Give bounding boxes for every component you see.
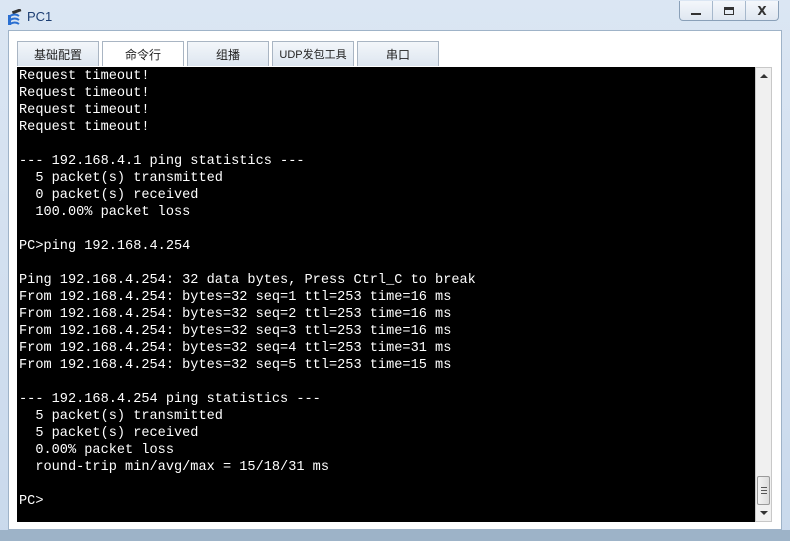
maximize-button[interactable]: [713, 1, 746, 20]
close-icon: X: [757, 3, 767, 18]
terminal-line: From 192.168.4.254: bytes=32 seq=4 ttl=2…: [19, 341, 452, 356]
terminal-line: From 192.168.4.254: bytes=32 seq=3 ttl=2…: [19, 324, 452, 339]
grip-line: [760, 493, 767, 494]
close-button[interactable]: X: [746, 1, 778, 20]
terminal-line: From 192.168.4.254: bytes=32 seq=1 ttl=2…: [19, 290, 452, 305]
pc1-window: PC1 X 基础配置 命令行 组播 UDP发包工具 串口 Request tim…: [0, 0, 790, 541]
minimize-button[interactable]: [680, 1, 713, 20]
terminal-line: 5 packet(s) transmitted: [19, 171, 223, 186]
terminal-line: From 192.168.4.254: bytes=32 seq=2 ttl=2…: [19, 307, 452, 322]
grip-icon: [760, 487, 767, 488]
client-area: 基础配置 命令行 组播 UDP发包工具 串口 Request timeout! R…: [8, 30, 782, 530]
terminal-line: Request timeout!: [19, 103, 150, 118]
terminal-line: 0 packet(s) received: [19, 188, 199, 203]
network-pc-icon: [7, 8, 23, 25]
scroll-up-button[interactable]: [756, 68, 771, 84]
terminal-output[interactable]: Request timeout! Request timeout! Request …: [17, 67, 755, 522]
terminal-line: round-trip min/avg/max = 15/18/31 ms: [19, 460, 329, 475]
tab-basic-config[interactable]: 基础配置: [17, 41, 99, 66]
tab-multicast[interactable]: 组播: [187, 41, 269, 66]
window-title: PC1: [27, 9, 53, 24]
tab-serial[interactable]: 串口: [357, 41, 439, 66]
terminal-line: From 192.168.4.254: bytes=32 seq=5 ttl=2…: [19, 358, 452, 373]
window-bottom-border: [0, 530, 790, 541]
terminal-lines: Request timeout! Request timeout! Request …: [19, 68, 476, 510]
terminal-line: 0.00% packet loss: [19, 443, 174, 458]
terminal-line: PC>ping 192.168.4.254: [19, 239, 191, 254]
title-bar[interactable]: PC1 X: [0, 0, 790, 30]
terminal-line: --- 192.168.4.1 ping statistics ---: [19, 154, 305, 169]
terminal-line: --- 192.168.4.254 ping statistics ---: [19, 392, 321, 407]
maximize-icon: [724, 6, 734, 15]
tab-bar: 基础配置 命令行 组播 UDP发包工具 串口: [17, 41, 442, 67]
terminal-line: Request timeout!: [19, 120, 150, 135]
terminal-line: Request timeout!: [19, 69, 150, 84]
tab-udp-tool[interactable]: UDP发包工具: [272, 41, 354, 66]
tab-command-line[interactable]: 命令行: [102, 41, 184, 66]
minimize-icon: [691, 12, 701, 15]
scroll-down-button[interactable]: [756, 505, 771, 521]
terminal-line: 100.00% packet loss: [19, 205, 191, 220]
vertical-scrollbar[interactable]: [755, 67, 772, 522]
terminal-line: PC>: [19, 494, 44, 509]
terminal-line: Request timeout!: [19, 86, 150, 101]
terminal-line: 5 packet(s) received: [19, 426, 199, 441]
terminal-line: 5 packet(s) transmitted: [19, 409, 223, 424]
window-controls: X: [679, 1, 779, 21]
arrow-up-icon: [759, 74, 768, 78]
scroll-thumb[interactable]: [757, 476, 770, 505]
terminal-line: Ping 192.168.4.254: 32 data bytes, Press…: [19, 273, 476, 288]
grip-line: [760, 490, 767, 491]
arrow-down-icon: [759, 511, 768, 515]
